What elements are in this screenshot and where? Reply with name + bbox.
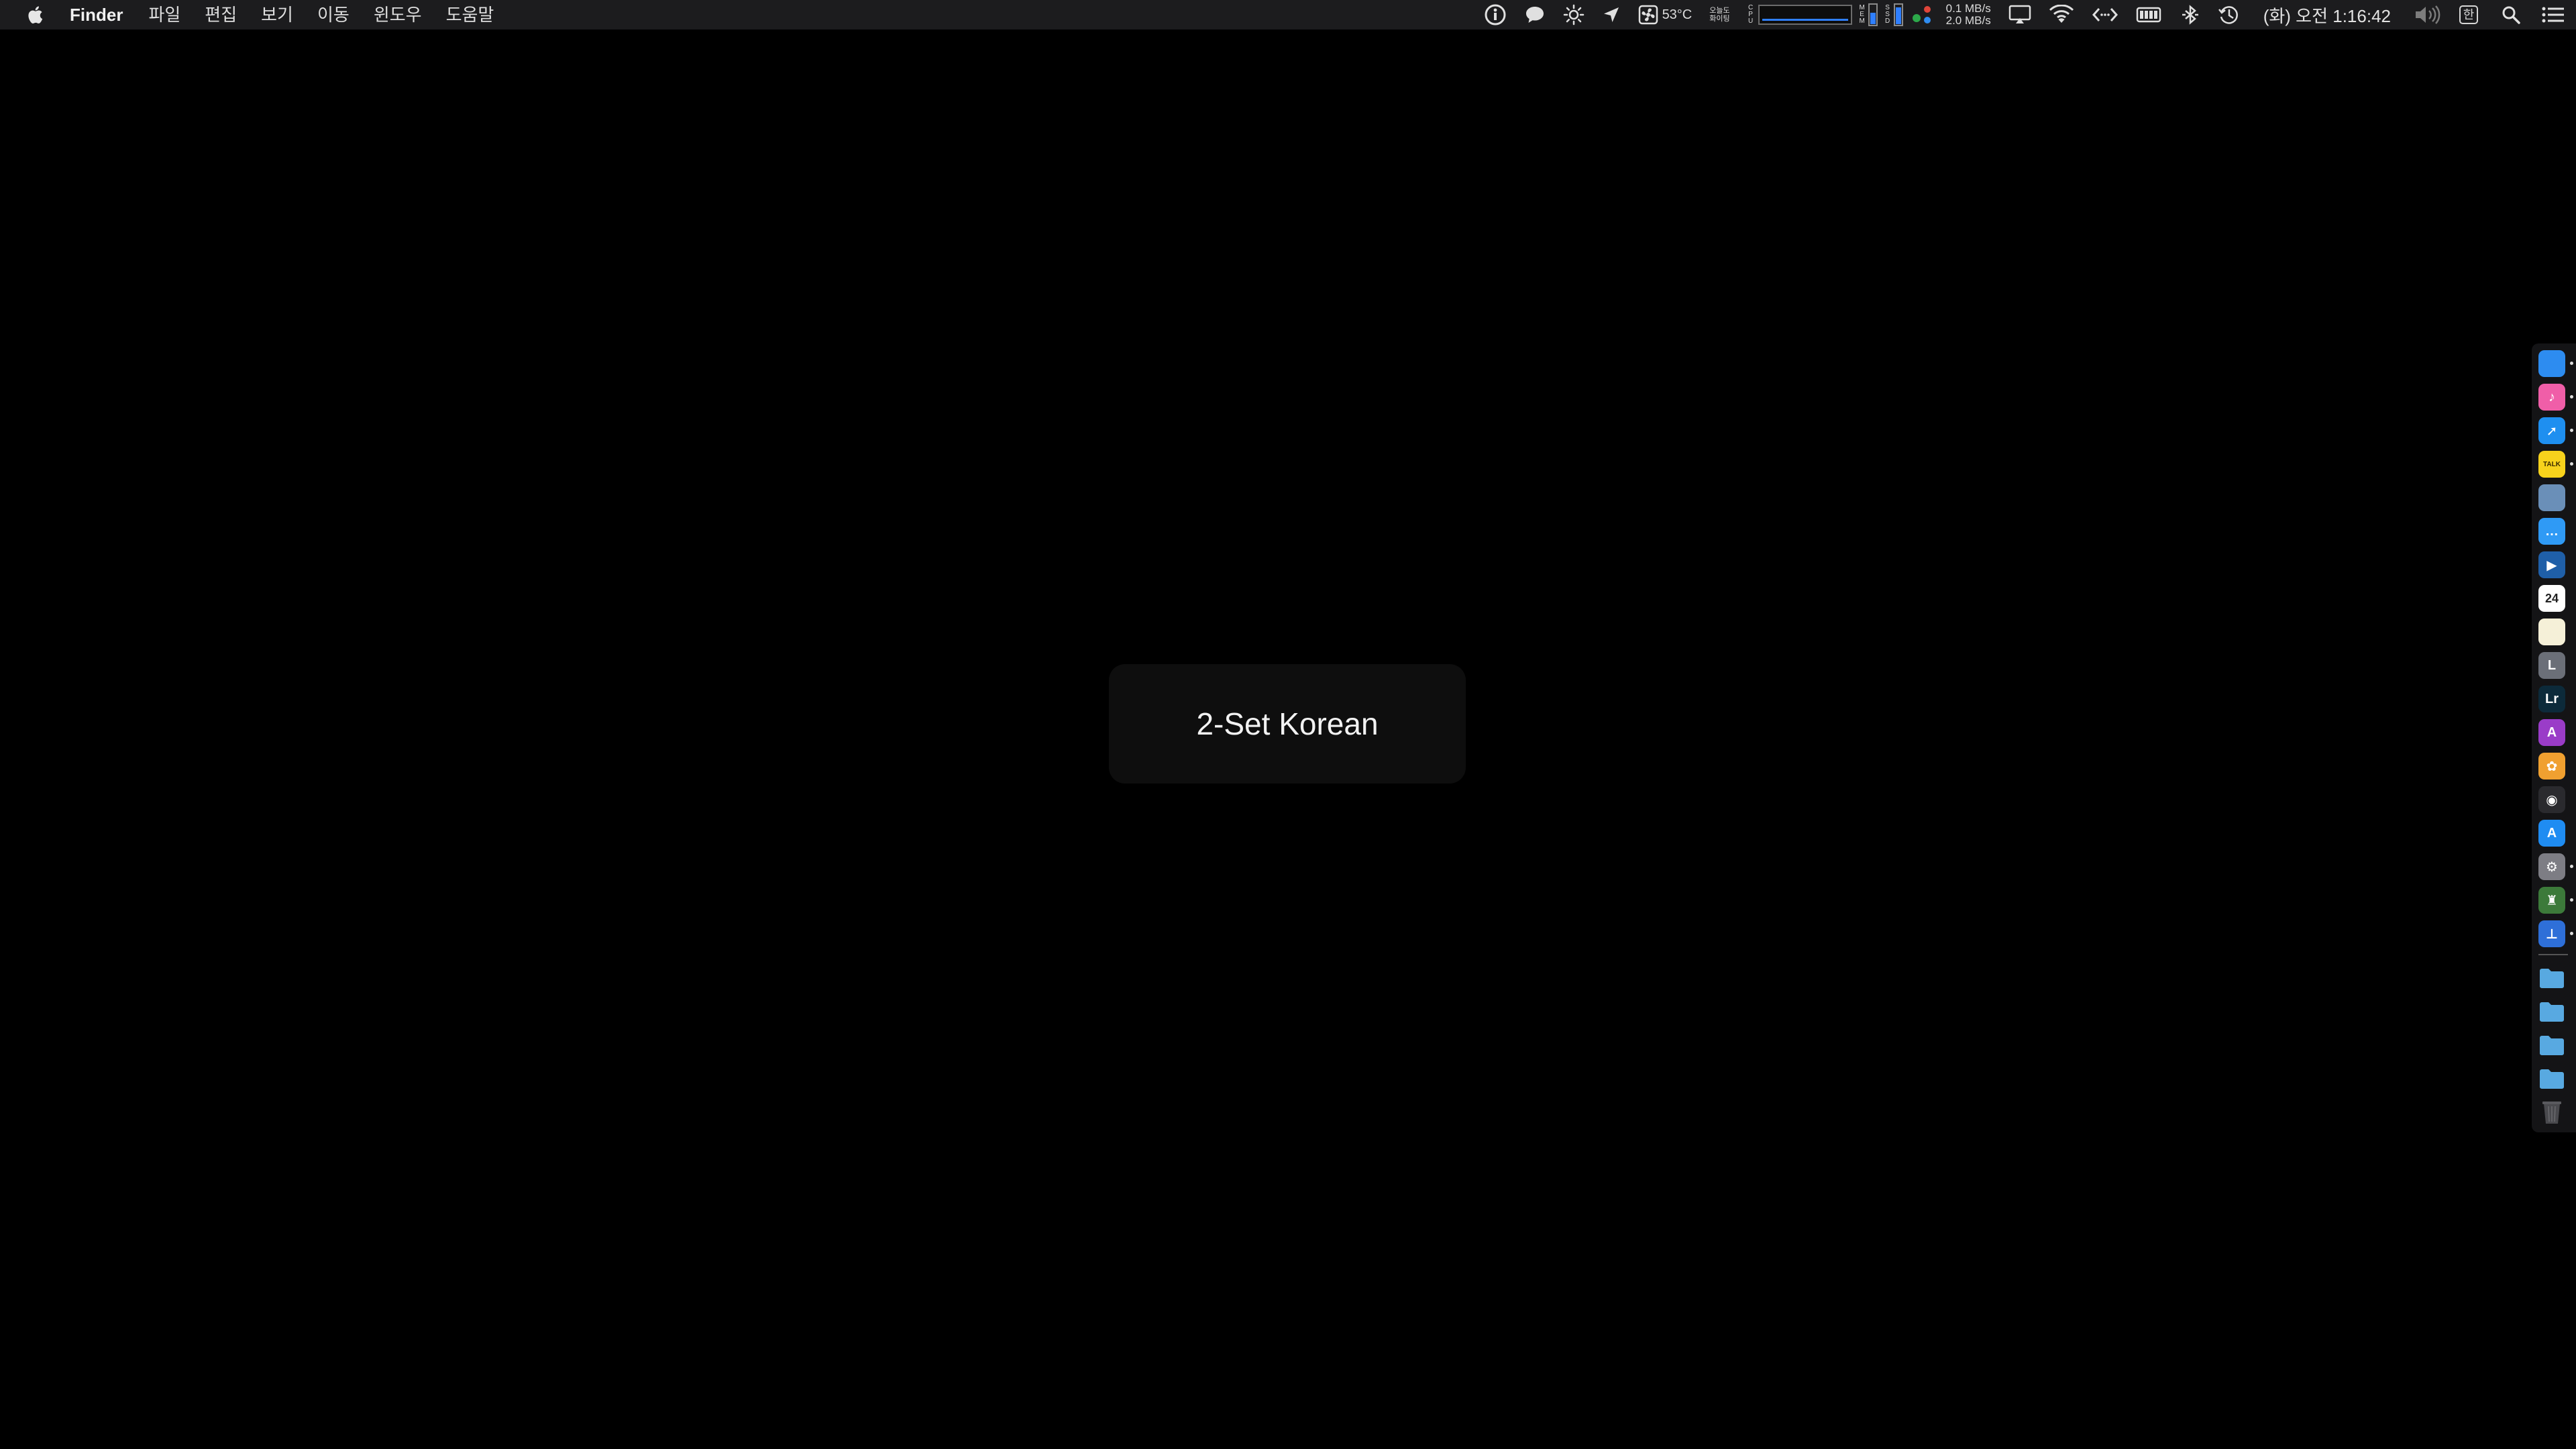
dock-glyph: ♪ (2548, 389, 2555, 405)
keynote-icon[interactable]: ⊥ (2538, 920, 2573, 947)
dock-glyph: Lr (2545, 691, 2559, 706)
running-indicator (2570, 865, 2573, 868)
dock-glyph: … (2545, 523, 2559, 539)
temperature-monitor[interactable]: 53°C (1638, 5, 1693, 25)
itunes-icon[interactable]: ♪ (2538, 384, 2573, 411)
tiny-label-top: 오늘도 (1709, 7, 1730, 15)
input-source-hud: 2-Set Korean (1109, 664, 1466, 784)
menu-edit[interactable]: 편집 (205, 0, 237, 30)
notification-center-icon[interactable] (2541, 5, 2565, 24)
airplay-icon[interactable] (2008, 5, 2031, 25)
menu-go[interactable]: 이동 (317, 0, 350, 30)
cpu-label-u: U (1748, 17, 1754, 25)
affinity-photo-icon[interactable]: A (2538, 719, 2565, 746)
memory-bar-icon (1868, 3, 1878, 26)
dock-glyph: ✿ (2546, 759, 2558, 774)
dock-apps: ♪ ➚ TALK … ▶ 24 L Lr A ✿ ◉ A ⚙ ♜ ⊥ (2538, 350, 2576, 947)
menu-left: Finder 파일 편집 보기 이동 윈도우 도움말 (27, 0, 518, 30)
status-menus: 53°C 오늘도 화이팅 C P U M E M S S D 0.1 MB/s … (1466, 0, 2565, 30)
dock-glyph: 24 (2544, 591, 2559, 605)
spotlight-search-icon[interactable] (2501, 5, 2521, 25)
lightroom-icon[interactable]: Lr (2538, 686, 2565, 712)
quicktime-icon[interactable]: ▶ (2538, 551, 2565, 578)
input-source-menu[interactable]: 한 (2459, 5, 2478, 24)
dock-glyph: ⊥ (2545, 926, 2559, 942)
net-up-value: 0.1 MB/s (1945, 2, 1991, 15)
dock-glyph: TALK (2543, 460, 2561, 468)
menu-help[interactable]: 도움말 (446, 0, 494, 30)
menu-file[interactable]: 파일 (148, 0, 180, 30)
applications-folder-icon[interactable] (2538, 965, 2565, 991)
apple-menu-icon[interactable] (27, 4, 46, 25)
temperature-value: 53°C (1662, 7, 1693, 22)
location-arrow-icon[interactable] (1602, 5, 1621, 24)
app-store-icon[interactable]: A (2538, 820, 2565, 847)
running-indicator (2570, 462, 2573, 466)
running-indicator (2570, 429, 2573, 432)
dock-glyph: L (2547, 657, 2557, 673)
system-preferences-icon[interactable]: ⚙ (2538, 853, 2573, 880)
dock-glyph: A (2546, 825, 2557, 841)
volume-icon[interactable] (2414, 5, 2440, 25)
battery-icon[interactable] (2136, 5, 2163, 24)
motivation-widget[interactable]: 오늘도 화이팅 (1709, 7, 1729, 23)
screenshots-folder-icon[interactable] (2538, 1065, 2565, 1092)
menu-window[interactable]: 윈도우 (374, 0, 422, 30)
dock-folders (2538, 965, 2576, 1126)
camera-app-icon[interactable]: ◉ (2538, 786, 2565, 813)
status-dots-icon[interactable] (1910, 3, 1937, 26)
calendar-icon[interactable]: 24 (2538, 585, 2565, 612)
tiny-label-bottom: 화이팅 (1709, 15, 1730, 23)
dock-glyph: ♜ (2546, 893, 2558, 908)
dock-glyph: ◉ (2546, 792, 2558, 808)
mem-label-m2: M (1859, 17, 1865, 25)
downloads-folder-icon[interactable] (2538, 1032, 2565, 1059)
clock[interactable]: (화) 오전 1:16:42 (2263, 3, 2391, 28)
trash-icon[interactable] (2538, 1099, 2565, 1126)
dock-glyph: ▶ (2546, 557, 2557, 573)
running-indicator (2570, 932, 2573, 935)
network-monitor[interactable]: 0.1 MB/s 2.0 MB/s (1946, 3, 1991, 27)
input-source-name: 2-Set Korean (1196, 706, 1379, 741)
cpu-graph (1758, 5, 1852, 25)
preview-icon[interactable] (2538, 484, 2565, 511)
message-icon[interactable] (1524, 5, 1546, 25)
safari-icon[interactable]: ➚ (2538, 417, 2573, 444)
brightness-icon[interactable] (1563, 4, 1585, 25)
running-indicator (2570, 395, 2573, 398)
disk-monitor[interactable]: S S D (1884, 3, 1903, 26)
messages-icon[interactable]: … (2538, 518, 2565, 545)
ssd-label-d: D (1885, 17, 1890, 25)
cpu-monitor[interactable]: C P U (1748, 5, 1852, 25)
code-arrows-icon[interactable] (2092, 6, 2118, 23)
photos-icon[interactable]: ✿ (2538, 753, 2565, 780)
running-indicator (2570, 362, 2573, 365)
time-machine-icon[interactable] (2218, 3, 2241, 26)
kakaotalk-icon[interactable]: TALK (2538, 451, 2573, 478)
dock-glyph: ⚙ (2546, 859, 2558, 875)
dock-glyph: A (2546, 724, 2557, 740)
running-indicator (2570, 898, 2573, 902)
finder-icon[interactable] (2538, 350, 2573, 377)
bluetooth-icon[interactable] (2180, 5, 2200, 25)
dock-separator (2538, 954, 2568, 955)
menu-bar: Finder 파일 편집 보기 이동 윈도우 도움말 53°C 오늘도 화이팅 … (0, 0, 2576, 30)
desktop[interactable]: Finder 파일 편집 보기 이동 윈도우 도움말 53°C 오늘도 화이팅 … (0, 0, 2576, 1449)
net-down-value: 2.0 MB/s (1945, 14, 1991, 27)
input-source-badge: 한 (2459, 5, 2478, 24)
script-editor-icon[interactable]: L (2538, 652, 2565, 679)
fan-icon (1638, 5, 1658, 25)
memory-monitor[interactable]: M E M (1859, 3, 1878, 26)
disk-bar-icon (1893, 3, 1903, 26)
menu-view[interactable]: 보기 (261, 0, 293, 30)
app-menu-finder[interactable]: Finder (70, 0, 123, 30)
dock: ♪ ➚ TALK … ▶ 24 L Lr A ✿ ◉ A ⚙ ♜ ⊥ (2532, 343, 2576, 1132)
notes-icon[interactable] (2538, 619, 2565, 645)
dock-glyph: ➚ (2546, 423, 2558, 439)
info-icon[interactable] (1484, 3, 1507, 26)
wifi-icon[interactable] (2049, 5, 2074, 25)
documents-folder-icon[interactable] (2538, 998, 2565, 1025)
game-app-icon[interactable]: ♜ (2538, 887, 2573, 914)
